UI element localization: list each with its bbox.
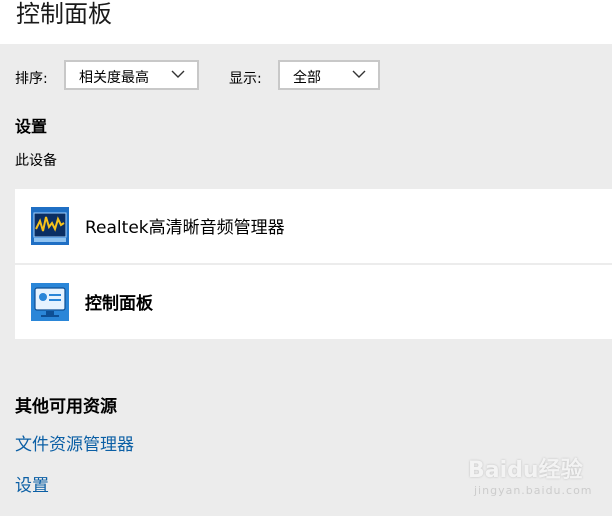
sort-value: 相关度最高 xyxy=(79,70,149,86)
show-dropdown[interactable]: 全部 xyxy=(278,60,380,90)
result-label: Realtek高清晰音频管理器 xyxy=(85,218,285,238)
settings-link[interactable]: 设置 xyxy=(15,471,49,496)
file-explorer-link[interactable]: 文件资源管理器 xyxy=(15,430,134,455)
sort-label: 排序: xyxy=(15,71,48,87)
chevron-down-icon xyxy=(171,70,185,78)
sort-dropdown[interactable]: 相关度最高 xyxy=(64,60,199,90)
watermark-sub: jingyan.baidu.com xyxy=(474,484,593,497)
control-panel-icon xyxy=(31,283,69,321)
show-label: 显示: xyxy=(229,71,262,87)
this-device-label: 此设备 xyxy=(15,153,57,169)
realtek-audio-icon xyxy=(31,207,69,245)
show-value: 全部 xyxy=(293,70,321,86)
other-resources-title: 其他可用资源 xyxy=(15,397,117,417)
chevron-down-icon xyxy=(352,70,366,78)
result-control-panel[interactable]: 控制面板 xyxy=(15,265,612,339)
page-title: 控制面板 xyxy=(16,0,112,28)
watermark-text: Baidu经验 xyxy=(468,458,583,483)
header-bar: 控制面板 xyxy=(0,0,612,44)
baidu-watermark: Baidu经验 jingyan.baidu.com xyxy=(468,450,608,505)
result-label: 控制面板 xyxy=(85,294,153,314)
result-realtek-audio[interactable]: Realtek高清晰音频管理器 xyxy=(15,189,612,263)
settings-section-title: 设置 xyxy=(15,117,48,136)
